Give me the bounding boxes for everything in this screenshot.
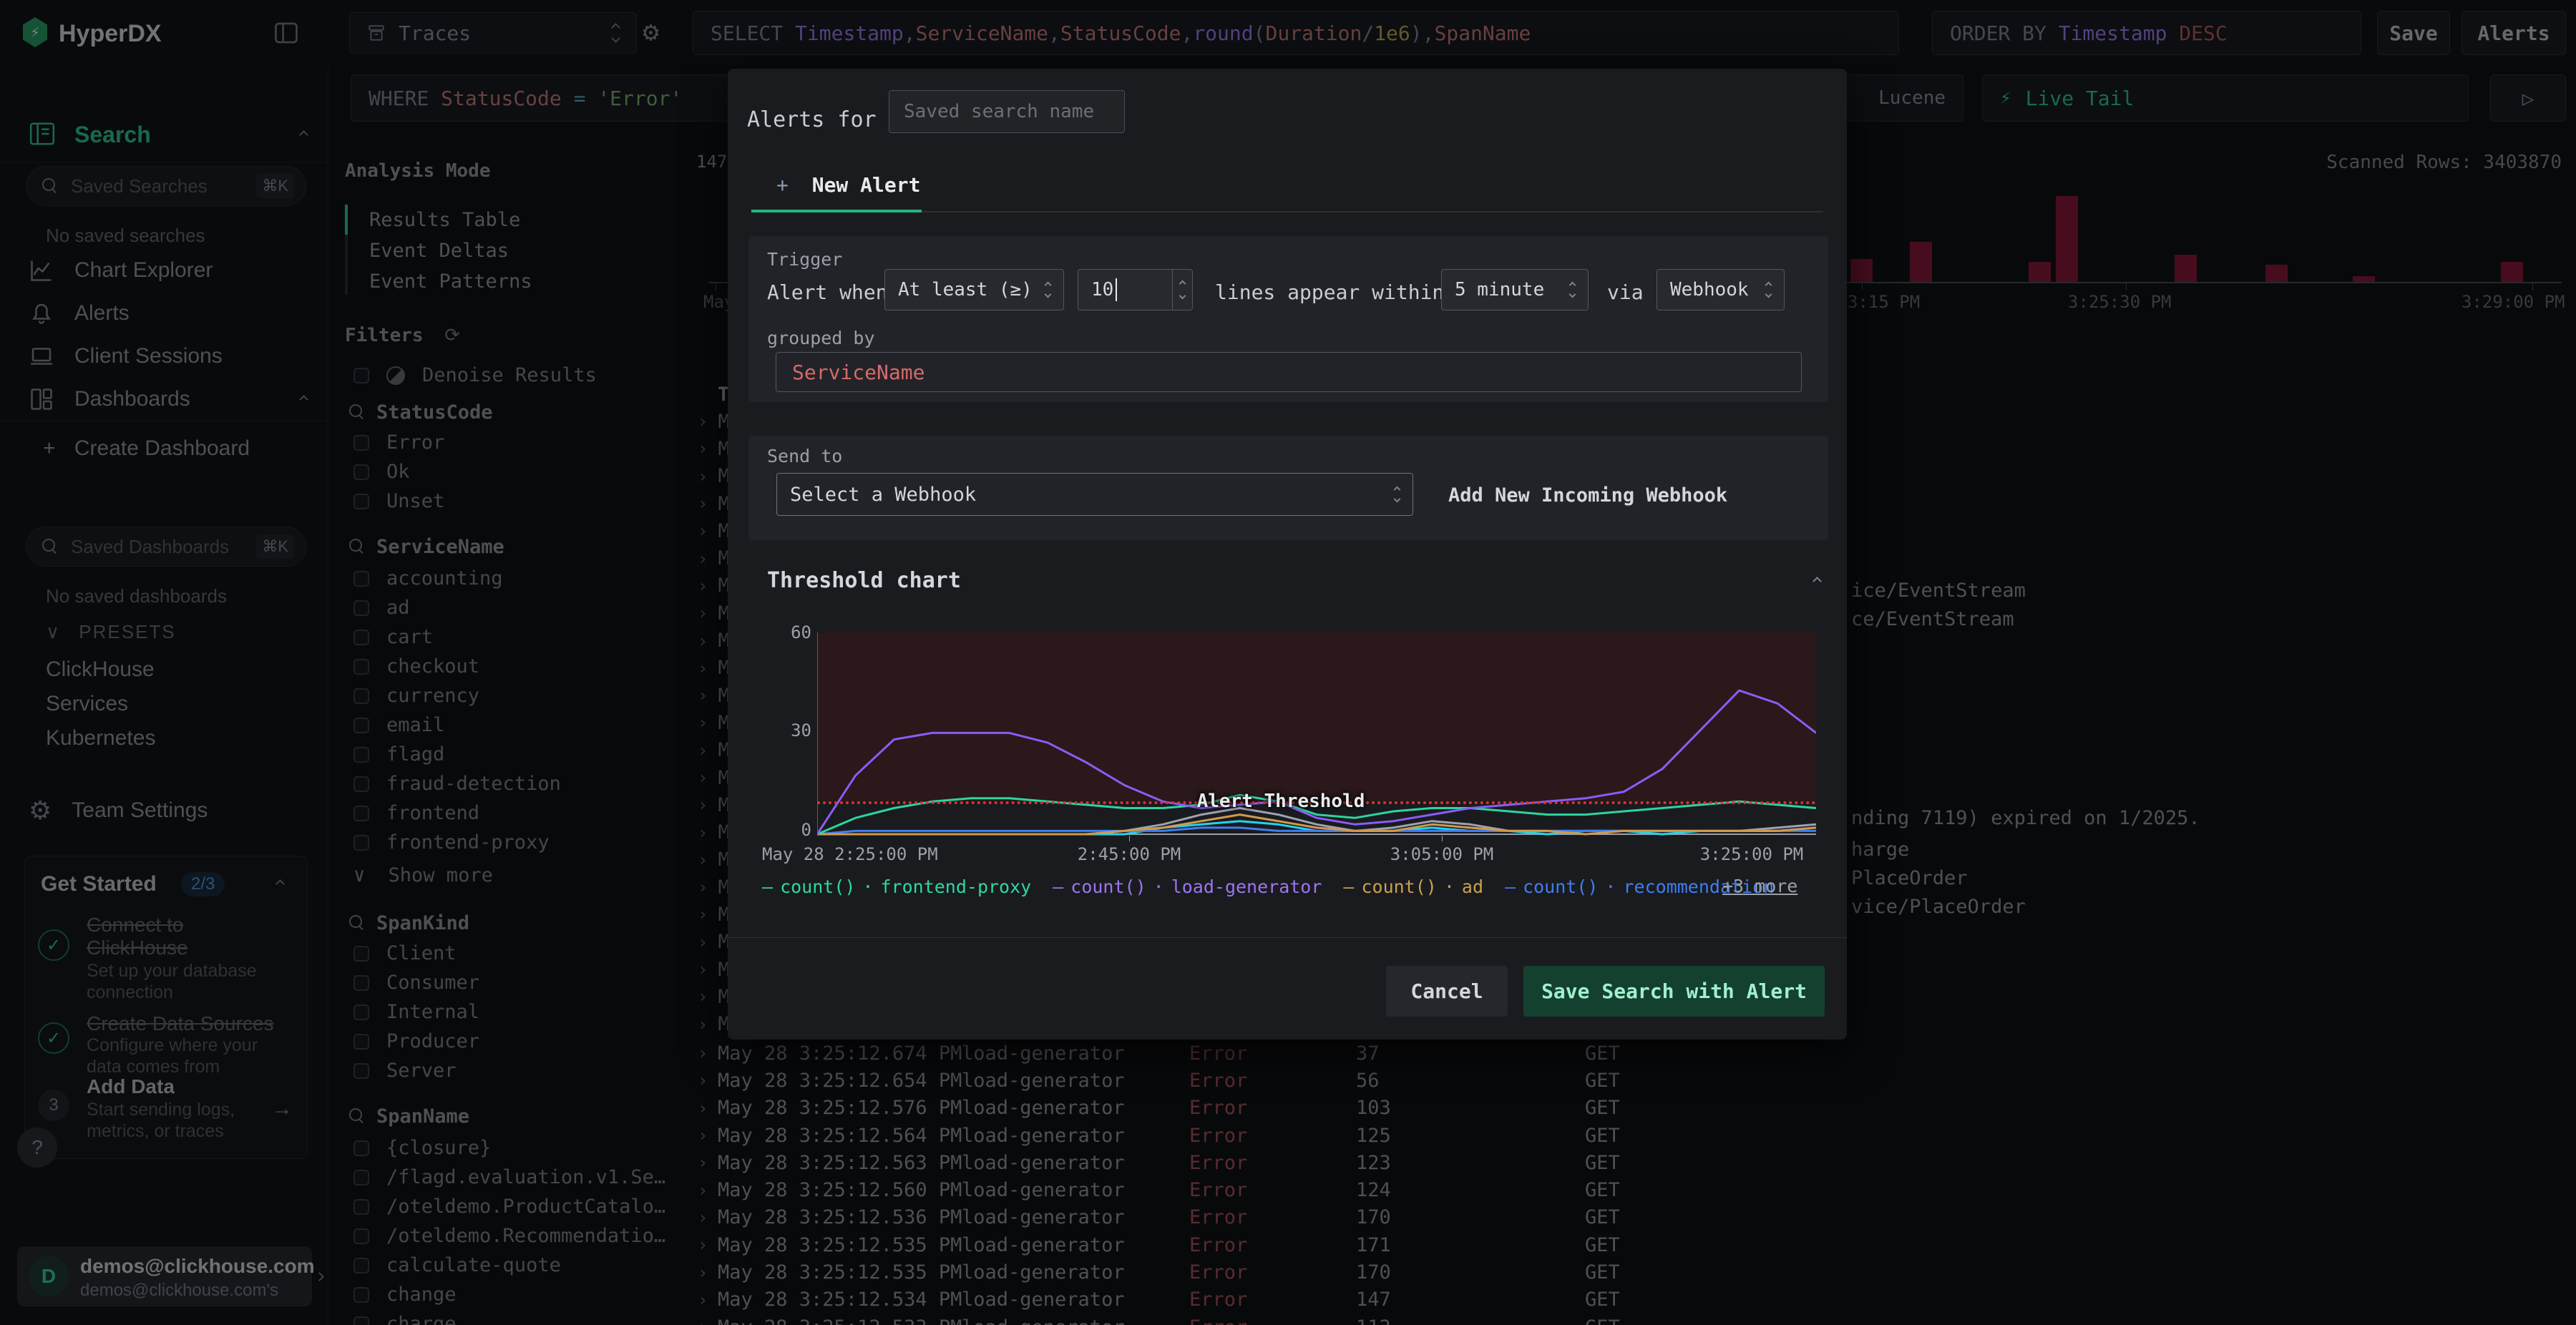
legend-metric: count(): [1523, 876, 1599, 897]
grouped-by-input[interactable]: ServiceName: [776, 352, 1802, 392]
trigger-label: Trigger: [767, 249, 843, 270]
xtick: 3:25:00 PM: [1699, 844, 1804, 864]
save-search-with-alert-button[interactable]: Save Search with Alert: [1523, 966, 1825, 1017]
active-tab-indicator: [751, 210, 922, 212]
grouped-by-label: grouped by: [767, 328, 875, 348]
ytick-30: 30: [791, 720, 811, 740]
legend-item[interactable]: — count() · ad: [1343, 876, 1483, 897]
plus-icon: +: [776, 173, 789, 197]
saved-search-name-placeholder: Saved search name: [904, 101, 1095, 122]
legend-separator: ·: [1443, 876, 1455, 897]
tab-new-alert[interactable]: + New Alert: [776, 173, 920, 197]
condition-select[interactable]: At least (≥): [884, 269, 1064, 311]
interval-value: 5 minute: [1455, 279, 1545, 300]
chart-collapse-chevron-icon[interactable]: [1813, 577, 1822, 586]
trigger-section: Trigger Alert when At least (≥) 10 lines…: [748, 236, 1828, 402]
legend-dash-icon: —: [1343, 876, 1355, 897]
legend-separator: ·: [1153, 876, 1164, 897]
channel-value: Webhook: [1670, 279, 1749, 300]
legend-dash-icon: —: [1053, 876, 1064, 897]
alert-modal: Alerts for Saved search name + New Alert…: [728, 69, 1847, 1040]
legend-item[interactable]: — count() · frontend-proxy: [762, 876, 1031, 897]
add-webhook-button[interactable]: Add New Incoming Webhook: [1448, 484, 1727, 507]
legend-dash-icon: —: [762, 876, 774, 897]
threshold-chart-label: Threshold chart: [767, 568, 961, 593]
footer-divider: [728, 937, 1847, 938]
tick: [1129, 836, 1130, 841]
xtick: 3:05:00 PM: [1390, 844, 1494, 864]
select-chevrons-icon: [1393, 486, 1401, 503]
alert-threshold-label: Alert Threshold: [1196, 791, 1365, 812]
ytick-0: 0: [801, 820, 811, 840]
threshold-chart[interactable]: Alert Threshold 60 30 0 May 28 2:25:00 P…: [762, 622, 1816, 864]
webhook-select-value: Select a Webhook: [790, 483, 977, 506]
number-stepper[interactable]: [1172, 270, 1192, 310]
legend-metric: count(): [1070, 876, 1146, 897]
threshold-value: 10: [1091, 279, 1114, 300]
legend-item[interactable]: — count() · load-generator: [1053, 876, 1322, 897]
legend-separator: ·: [1605, 876, 1616, 897]
interval-select[interactable]: 5 minute: [1441, 269, 1589, 311]
send-to-label: Send to: [767, 446, 843, 466]
legend-series-name: frontend-proxy: [880, 876, 1032, 897]
tick: [1442, 836, 1443, 841]
cancel-button[interactable]: Cancel: [1386, 966, 1508, 1017]
lines-within-label: lines appear within: [1215, 280, 1445, 304]
legend-series-name: load-generator: [1171, 876, 1322, 897]
xtick: May 28 2:25:00 PM: [762, 844, 938, 864]
send-to-section: Send to Select a Webhook Add New Incomin…: [748, 436, 1828, 540]
xtick: 2:45:00 PM: [1077, 844, 1181, 864]
chart-legend: — count() · frontend-proxy — count() · l…: [762, 876, 1821, 898]
select-chevrons-icon: [1568, 281, 1576, 298]
legend-series-name: ad: [1461, 876, 1483, 897]
alerts-for-label: Alerts for: [747, 107, 877, 132]
select-chevrons-icon: [1765, 281, 1772, 298]
legend-separator: ·: [862, 876, 874, 897]
threshold-number-input[interactable]: 10: [1078, 269, 1193, 311]
ytick-60: 60: [791, 622, 811, 642]
text-cursor: [1116, 278, 1118, 301]
webhook-select[interactable]: Select a Webhook: [776, 473, 1413, 516]
select-chevrons-icon: [1044, 281, 1052, 298]
via-label: via: [1607, 280, 1644, 304]
channel-select[interactable]: Webhook: [1657, 269, 1785, 311]
alert-when-label: Alert when: [767, 280, 888, 304]
legend-dash-icon: —: [1505, 876, 1516, 897]
saved-search-name-input[interactable]: Saved search name: [889, 90, 1125, 133]
condition-value: At least (≥): [898, 279, 1033, 300]
grouped-by-value: ServiceName: [792, 360, 925, 384]
legend-metric: count(): [1361, 876, 1437, 897]
legend-more-link[interactable]: +3 more: [1722, 876, 1797, 896]
new-alert-tab-label: New Alert: [811, 173, 921, 197]
legend-metric: count(): [780, 876, 856, 897]
